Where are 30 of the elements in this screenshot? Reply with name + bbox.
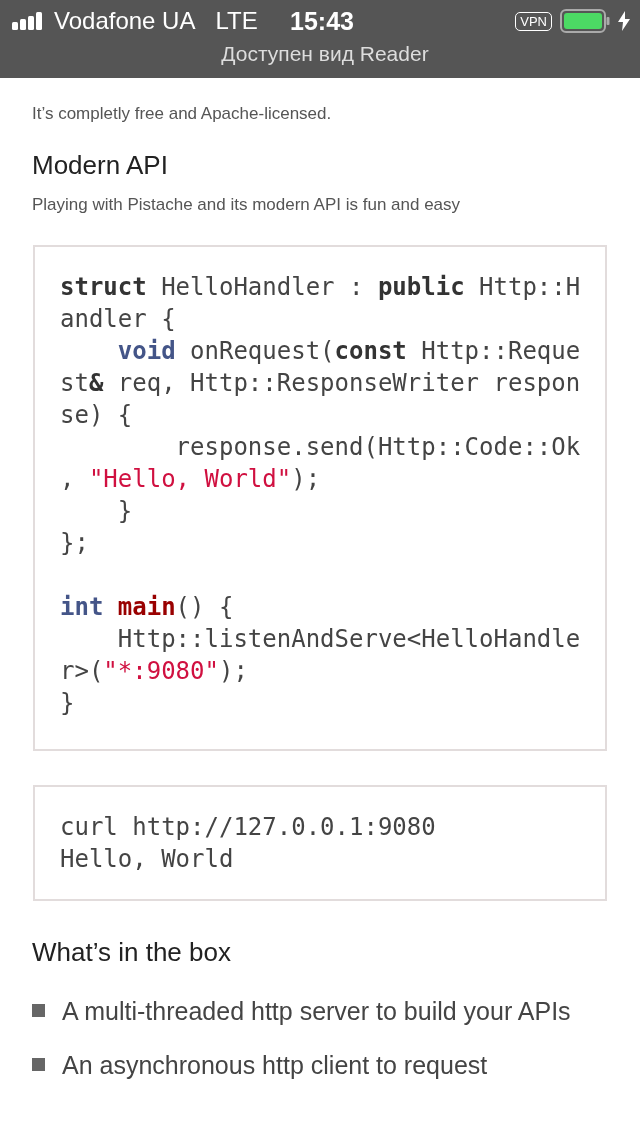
code-line: andler { [60, 304, 176, 335]
code-line: curl http://127.0.0.1:9080 [60, 812, 436, 843]
code-line: response.send(Http::Code::Ok [174, 432, 581, 463]
section-heading: Modern API [32, 150, 169, 181]
feature-text: An asynchronous http client to request [62, 1050, 488, 1081]
bullet-icon [32, 1058, 45, 1071]
code-line: } [60, 688, 75, 719]
code-line: se) { [60, 400, 133, 431]
section-heading: What’s in the box [32, 937, 232, 968]
battery-icon [560, 9, 610, 33]
code-line: r>("*:9080"); [60, 656, 248, 687]
code-line: , "Hello, World"); [60, 464, 321, 495]
reader-notice: Доступен вид Reader [220, 42, 430, 66]
section-subtitle: Playing with Pistache and its modern API is fun and easy [32, 195, 462, 215]
clock-time: 15:43 [290, 7, 354, 36]
code-line: st& req, Http::ResponseWriter respon [60, 368, 581, 399]
code-line: Http::listenAndServe<HelloHandle [116, 624, 581, 655]
vpn-badge: VPN [515, 11, 552, 31]
intro-text: It’s completly free and Apache-licensed. [32, 104, 333, 124]
feature-text: A multi-threaded http server to build your APIs [62, 996, 571, 1027]
carrier-name: Vodafone UA [54, 7, 196, 35]
bullet-icon [32, 1004, 45, 1017]
code-line: Hello, World [60, 844, 234, 875]
code-line: } [116, 496, 133, 527]
code-line: }; [60, 528, 89, 559]
code-line: int main() { [60, 592, 234, 623]
code-line: void onRequest(const Http::Reque [116, 336, 581, 367]
code-line: struct HelloHandler : public Http::H [60, 272, 581, 303]
charging-bolt-icon [618, 11, 630, 31]
network-type: LTE [215, 7, 258, 35]
